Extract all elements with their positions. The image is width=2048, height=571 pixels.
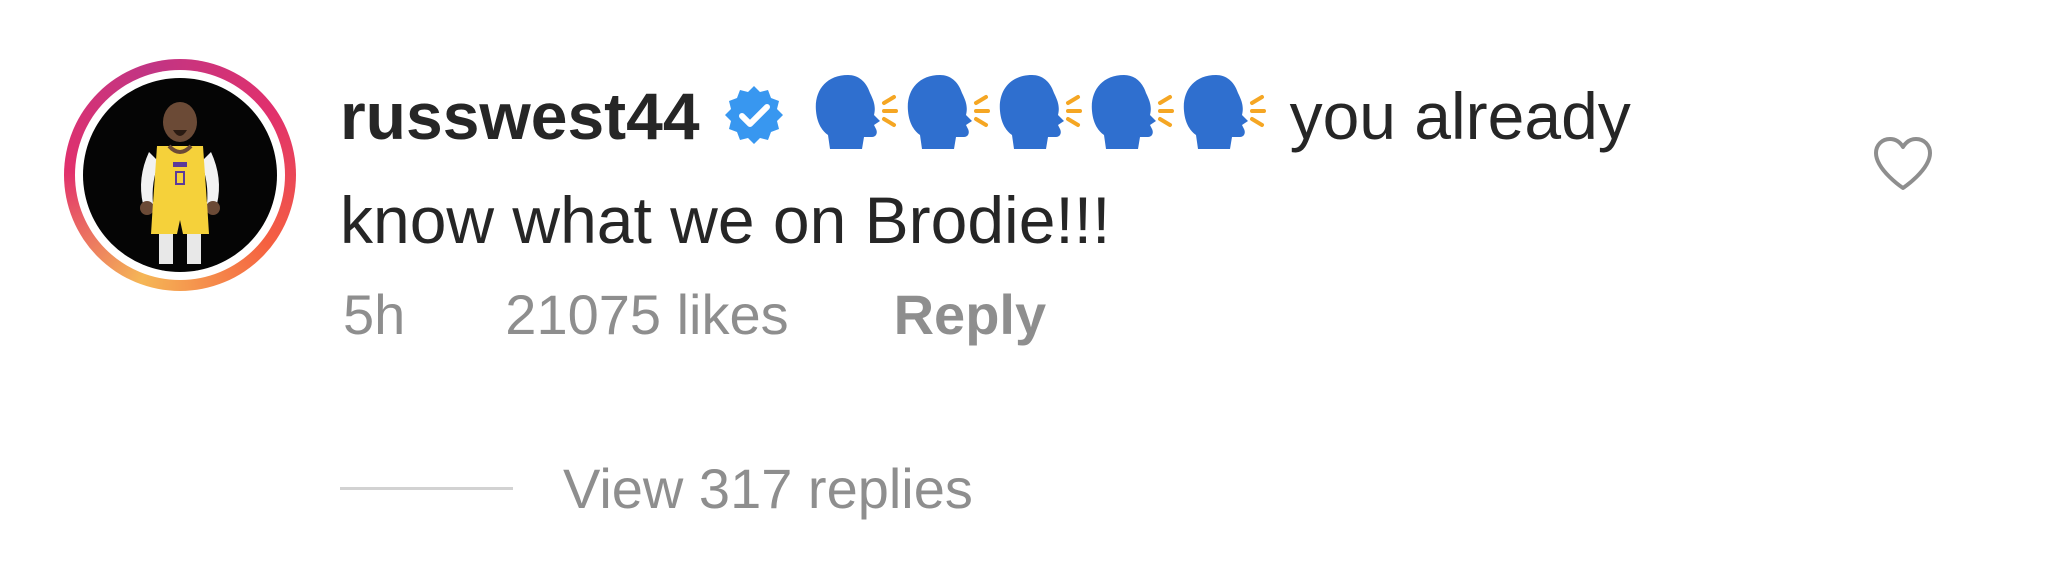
heart-outline-icon[interactable] xyxy=(1872,136,1934,192)
speaking-head-emoji-icon xyxy=(900,71,992,151)
like-count[interactable]: 21075 likes xyxy=(505,282,788,347)
reply-button[interactable]: Reply xyxy=(894,282,1047,347)
speaking-head-emoji-icon xyxy=(808,71,900,151)
comment-timestamp[interactable]: 5h xyxy=(343,282,405,347)
comment: russwest44 you already know what we on Br… xyxy=(0,0,2048,571)
view-replies-button[interactable]: View 317 replies xyxy=(563,456,973,521)
verified-badge-icon xyxy=(722,78,786,170)
speaking-head-emoji-icon xyxy=(1084,71,1176,151)
avatar-story-ring[interactable] xyxy=(64,59,296,291)
avatar-ring-gap xyxy=(75,70,285,280)
speaking-head-emoji-icon xyxy=(1176,71,1268,151)
username[interactable]: russwest44 xyxy=(340,79,700,153)
speaking-head-emojis xyxy=(808,71,1268,174)
replies-divider xyxy=(340,486,513,490)
speaking-head-emoji-icon xyxy=(992,71,1084,151)
avatar[interactable] xyxy=(83,78,277,272)
view-replies[interactable]: View 317 replies xyxy=(340,456,973,521)
comment-meta: 5h 21075 likes Reply xyxy=(343,282,1046,347)
avatar-player-illustration xyxy=(140,102,220,264)
comment-text-block: russwest44 you already know what we on Br… xyxy=(340,70,1780,266)
